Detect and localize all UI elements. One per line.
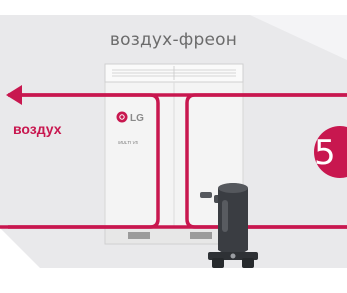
step-number: 5 — [314, 133, 336, 173]
lg-logo-icon — [116, 111, 128, 123]
base-slot-right — [190, 232, 212, 239]
unit-brand-label: LG — [130, 113, 144, 124]
air-label: воздух — [13, 121, 62, 137]
unit-model-label: MULTI V5 — [118, 140, 138, 145]
base-slot-left — [128, 232, 150, 239]
diagram-caption: воздух-фреон — [109, 30, 238, 50]
diagram-stage: воздух-фреон воздух LG MULTI V5 5 — [0, 0, 347, 293]
